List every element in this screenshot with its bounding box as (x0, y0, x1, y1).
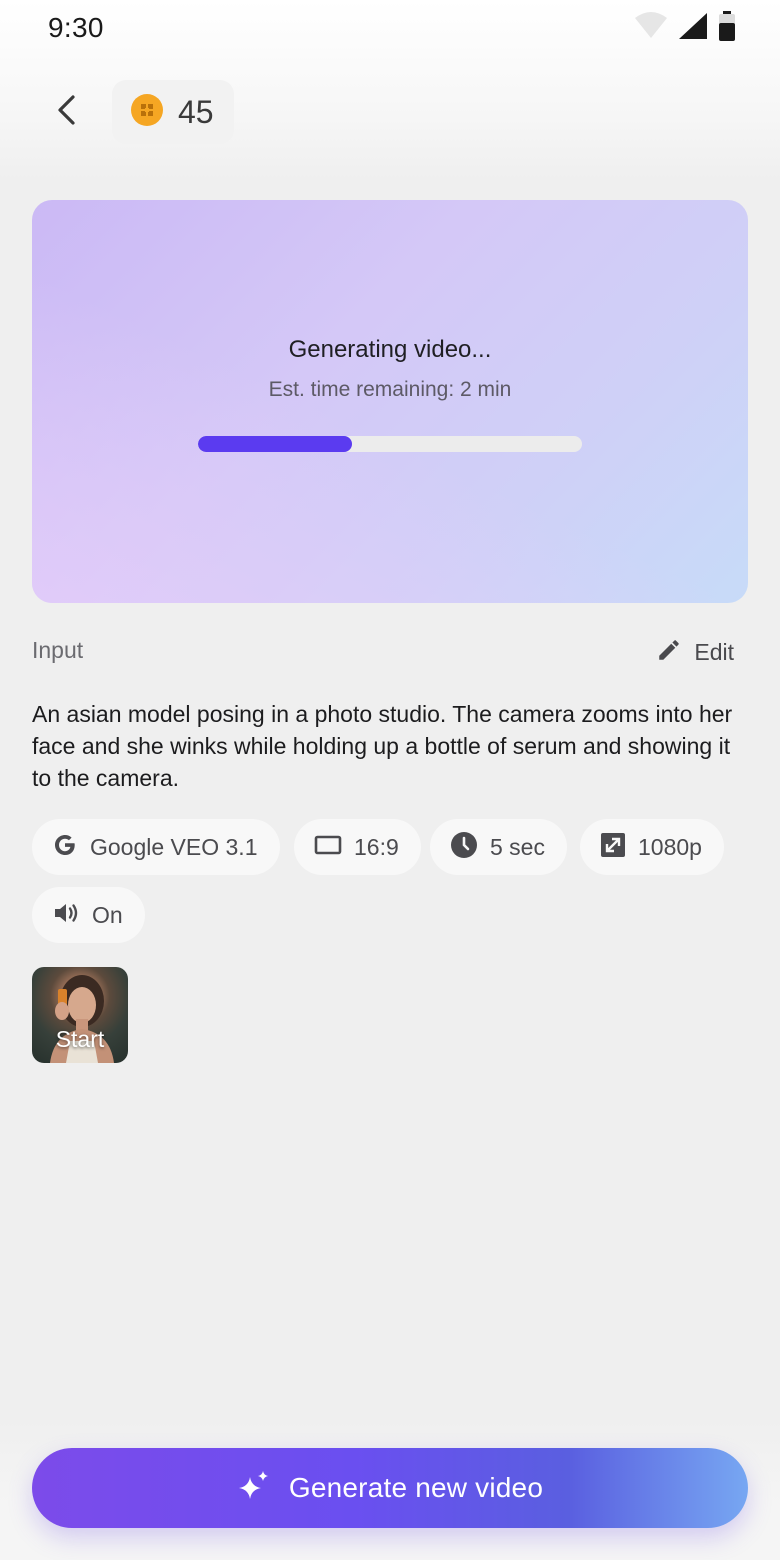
input-header: Input Edit (32, 634, 748, 670)
status-bar: 9:30 (0, 0, 780, 56)
resolution-label: 1080p (638, 833, 702, 860)
edit-label: Edit (694, 638, 734, 665)
duration-chip[interactable]: 5 sec (430, 819, 567, 875)
audio-chip[interactable]: On (32, 887, 145, 943)
input-label: Input (32, 637, 84, 663)
aspect-ratio-chip[interactable]: 16:9 (294, 819, 421, 875)
progress-fill (198, 436, 352, 452)
video-preview-card: Generating video... Est. time remaining:… (32, 200, 748, 603)
header: 45 (0, 80, 780, 144)
model-chip-label: Google VEO 3.1 (90, 833, 258, 860)
google-icon (52, 832, 78, 863)
wifi-icon (634, 11, 668, 45)
credits-badge[interactable]: 45 (112, 80, 234, 144)
pencil-icon (656, 637, 682, 668)
model-chip[interactable]: Google VEO 3.1 (32, 819, 280, 875)
aspect-ratio-label: 16:9 (354, 833, 399, 860)
audio-label: On (92, 901, 123, 928)
start-frame-thumbnail[interactable]: Start (32, 967, 128, 1063)
resolution-chip[interactable]: 1080p (580, 819, 724, 875)
prompt-text: An asian model posing in a photo studio.… (32, 701, 733, 791)
aspect-ratio-icon (314, 833, 342, 862)
edit-button[interactable]: Edit (656, 634, 734, 670)
sparkle-icon (237, 1469, 271, 1508)
status-icons (634, 10, 736, 46)
credit-count: 45 (178, 93, 214, 130)
generate-button-label: Generate new video (288, 1472, 544, 1503)
chevron-left-icon (55, 94, 77, 131)
back-button[interactable] (40, 84, 92, 140)
generating-title: Generating video... (288, 336, 492, 363)
clock-icon (450, 831, 478, 864)
status-time: 9:30 (48, 12, 104, 43)
generate-new-video-button[interactable]: Generate new video (32, 1448, 748, 1528)
coin-icon (130, 93, 164, 132)
time-remaining: Est. time remaining: 2 min (268, 378, 512, 401)
battery-icon (718, 10, 736, 46)
cellular-signal-icon (678, 12, 708, 45)
duration-label: 5 sec (490, 833, 545, 860)
progress-bar (198, 436, 582, 452)
resolution-icon (600, 832, 626, 863)
speaker-icon (52, 900, 80, 931)
start-frame-label: Start (55, 1026, 105, 1052)
